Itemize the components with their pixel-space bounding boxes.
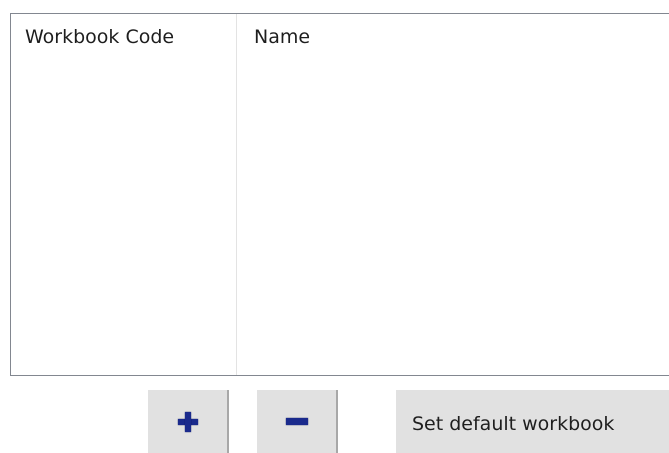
minus-icon [285,418,308,425]
plus-icon [177,411,198,432]
remove-workbook-button[interactable] [257,390,338,453]
column-header-workbook-code[interactable]: Workbook Code [25,26,174,48]
workbook-selector: Workbook Code Name Set default workbook [0,0,669,453]
workbook-list[interactable]: Workbook Code Name [10,13,669,376]
column-divider[interactable] [236,14,237,375]
add-workbook-button[interactable] [148,390,229,453]
set-default-workbook-button[interactable]: Set default workbook [396,390,669,453]
column-header-name[interactable]: Name [254,26,310,48]
